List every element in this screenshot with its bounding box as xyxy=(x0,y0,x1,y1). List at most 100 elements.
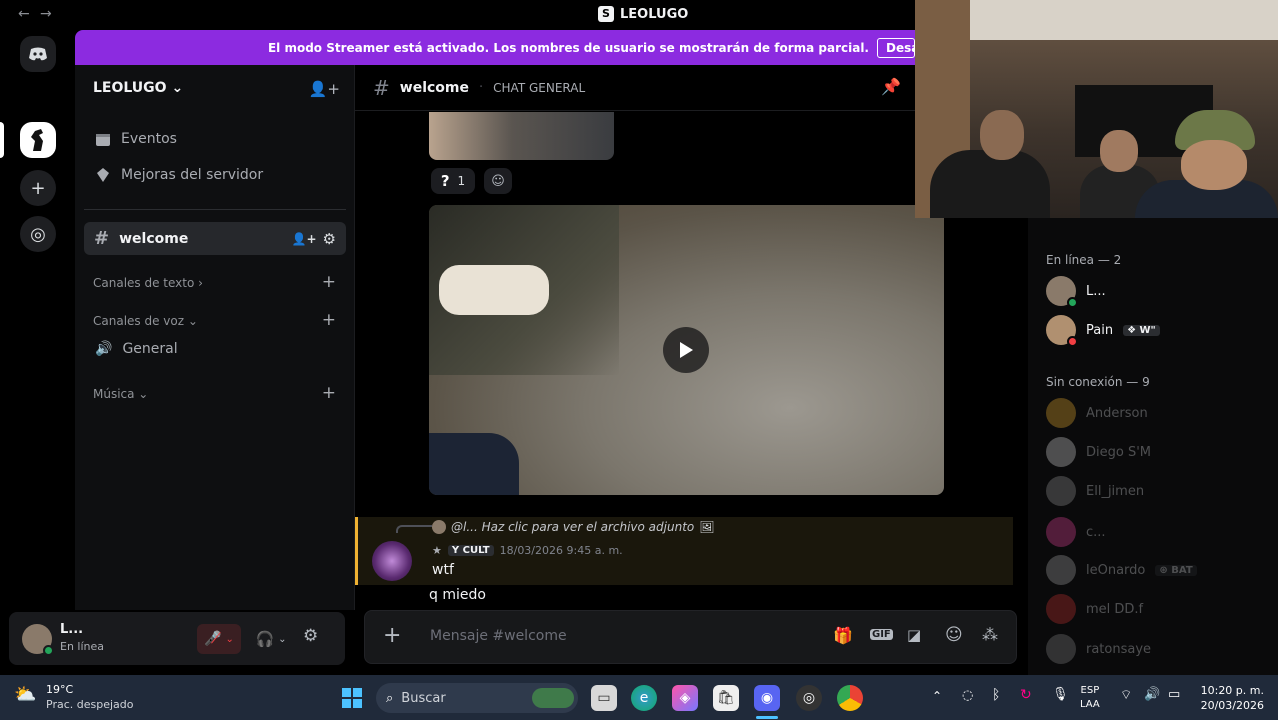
category-text-channels[interactable]: Canales de texto › xyxy=(93,276,203,290)
window-title-text: LEOLUGO xyxy=(620,6,689,22)
attachment-image-top[interactable] xyxy=(429,112,614,160)
avatar xyxy=(1046,555,1076,585)
reaction-count: 1 xyxy=(457,174,466,188)
gear-icon[interactable]: ⚙ xyxy=(323,230,336,248)
disable-streamer-button[interactable]: Desa xyxy=(877,37,915,58)
avatar xyxy=(1046,437,1076,467)
discord-taskbar-icon[interactable]: ◉ xyxy=(754,685,780,711)
image-icon: 🖼 xyxy=(699,520,715,534)
streamer-mode-banner: El modo Streamer está activado. Los nomb… xyxy=(75,30,915,65)
avatar xyxy=(1046,276,1078,308)
sticker-icon[interactable]: ◪ xyxy=(907,626,921,644)
member-item[interactable]: Ell_jimen xyxy=(1046,476,1144,506)
mic-muted-icon: 🎤̸ xyxy=(204,631,222,647)
apps-icon[interactable]: ⁂ xyxy=(982,625,998,644)
offline-header: Sin conexión — 9 xyxy=(1046,375,1150,389)
add-voice-channel-icon[interactable]: + xyxy=(322,310,336,330)
member-item[interactable]: mel DD.f xyxy=(1046,594,1143,624)
server-name-text: LEOLUGO xyxy=(93,80,167,96)
back-arrow-icon[interactable]: ← xyxy=(18,6,30,22)
member-item[interactable]: L... xyxy=(1046,276,1106,308)
reaction-question[interactable]: ? 1 xyxy=(431,168,475,194)
member-item[interactable]: Pain ❖ W" xyxy=(1046,315,1160,347)
add-reaction-button[interactable]: ☺ xyxy=(484,168,512,194)
tray-sync-icon[interactable]: ↻ xyxy=(1020,687,1032,703)
active-app-indicator xyxy=(756,716,778,719)
user-name: L... xyxy=(60,622,84,637)
reply-preview-text: @l... Haz clic para ver el archivo adjun… xyxy=(451,520,695,534)
taskbar-search[interactable]: ⌕ Buscar xyxy=(376,683,578,713)
pin-icon[interactable]: 📌 xyxy=(881,77,901,96)
title-bar: ← → S LEOLUGO xyxy=(0,0,915,30)
member-item[interactable]: Diego S'M xyxy=(1046,437,1151,467)
member-item[interactable]: leOnardo ⊛ BAT xyxy=(1046,555,1197,585)
voice-channel-general[interactable]: 🔊 General xyxy=(95,341,178,357)
channel-welcome[interactable]: # welcome 👤+ ⚙ xyxy=(84,222,346,255)
avatar xyxy=(1046,594,1076,624)
video-scene-light xyxy=(439,265,549,315)
online-status-icon xyxy=(1067,297,1078,308)
user-settings-gear-icon[interactable]: ⚙ xyxy=(303,626,318,646)
user-panel: L... En línea 🎤̸ ⌄ 🎧 ⌄ ⚙ xyxy=(9,612,345,665)
gif-icon[interactable]: GIF xyxy=(870,629,893,640)
explore-icon[interactable]: ◎ xyxy=(20,216,56,252)
invite-people-icon[interactable]: 👤+ xyxy=(309,80,340,98)
reply-preview[interactable]: @l... Haz clic para ver el archivo adjun… xyxy=(432,520,714,534)
obs-icon[interactable]: ◎ xyxy=(796,685,822,711)
tray-app-icon[interactable]: ◌ xyxy=(962,688,973,703)
member-item[interactable]: ratonsaye xyxy=(1046,634,1151,664)
member-item[interactable]: Anderson xyxy=(1046,398,1148,428)
guild-tag: ❖ W" xyxy=(1123,324,1160,336)
channel-topic: CHAT GENERAL xyxy=(493,80,586,95)
member-name: Diego S'M xyxy=(1086,444,1151,460)
member-item[interactable]: c... xyxy=(1046,517,1106,547)
wifi-icon[interactable]: ⌔ xyxy=(1120,687,1132,703)
add-text-channel-icon[interactable]: + xyxy=(322,272,336,292)
channel-title: welcome xyxy=(399,79,469,96)
message-input[interactable]: Mensaje #welcome xyxy=(430,628,567,644)
discord-home-icon[interactable] xyxy=(20,36,56,72)
windows-start-icon[interactable] xyxy=(339,685,365,711)
highlighted-message: @l... Haz clic para ver el archivo adjun… xyxy=(355,517,1013,585)
avatar xyxy=(1046,476,1076,506)
add-music-channel-icon[interactable]: + xyxy=(322,383,336,403)
add-member-icon[interactable]: 👤+ xyxy=(292,232,317,246)
bluetooth-icon[interactable]: ᛒ xyxy=(992,687,1000,703)
language-indicator[interactable]: ESP LAA xyxy=(1080,684,1100,712)
member-name: L... xyxy=(1086,283,1106,299)
emoji-icon[interactable]: ☺ xyxy=(945,625,963,645)
mute-mic-button[interactable]: 🎤̸ ⌄ xyxy=(197,624,241,654)
category-voice-channels[interactable]: Canales de voz ⌄ xyxy=(93,314,198,328)
avatar xyxy=(1046,315,1078,347)
avatar[interactable] xyxy=(22,624,54,656)
clock[interactable]: 10:20 p. m. 20/03/2026 xyxy=(1198,683,1264,713)
weather-icon[interactable]: ⛅ xyxy=(14,684,36,705)
video-attachment[interactable] xyxy=(429,205,944,495)
add-server-icon[interactable]: + xyxy=(20,170,56,206)
chrome-icon[interactable] xyxy=(837,685,863,711)
server-name[interactable]: LEOLUGO ⌄ xyxy=(93,80,183,96)
gift-icon[interactable]: 🎁 xyxy=(833,626,853,645)
file-explorer-icon[interactable]: ▭ xyxy=(591,685,617,711)
store-icon[interactable]: 🛍 xyxy=(713,685,739,711)
cam-person-3-head xyxy=(1181,140,1247,190)
deafen-button[interactable]: 🎧 ⌄ xyxy=(249,624,293,654)
message-author-avatar[interactable] xyxy=(372,541,412,581)
dnd-status-icon xyxy=(1067,336,1078,347)
server-rail: + ◎ xyxy=(0,30,75,675)
video-scene-blue xyxy=(429,433,519,495)
chevron-up-icon[interactable]: ⌃ xyxy=(932,689,942,703)
play-button[interactable] xyxy=(663,327,709,373)
microphone-icon[interactable]: 🎙 xyxy=(1052,687,1069,702)
category-music[interactable]: Música ⌄ xyxy=(93,387,148,401)
server-boost-item[interactable]: Mejoras del servidor xyxy=(95,167,263,183)
events-item[interactable]: Eventos xyxy=(95,131,177,147)
upload-plus-icon[interactable]: + xyxy=(383,623,401,648)
copilot-icon[interactable]: ◈ xyxy=(672,685,698,711)
forward-arrow-icon[interactable]: → xyxy=(40,6,52,22)
channel-welcome-label: welcome xyxy=(119,230,189,247)
server-leolugo-icon[interactable] xyxy=(20,122,56,158)
volume-icon[interactable]: 🔊 xyxy=(1144,687,1160,702)
edge-icon[interactable]: e xyxy=(631,685,657,711)
battery-icon[interactable]: ▭ xyxy=(1168,687,1180,702)
